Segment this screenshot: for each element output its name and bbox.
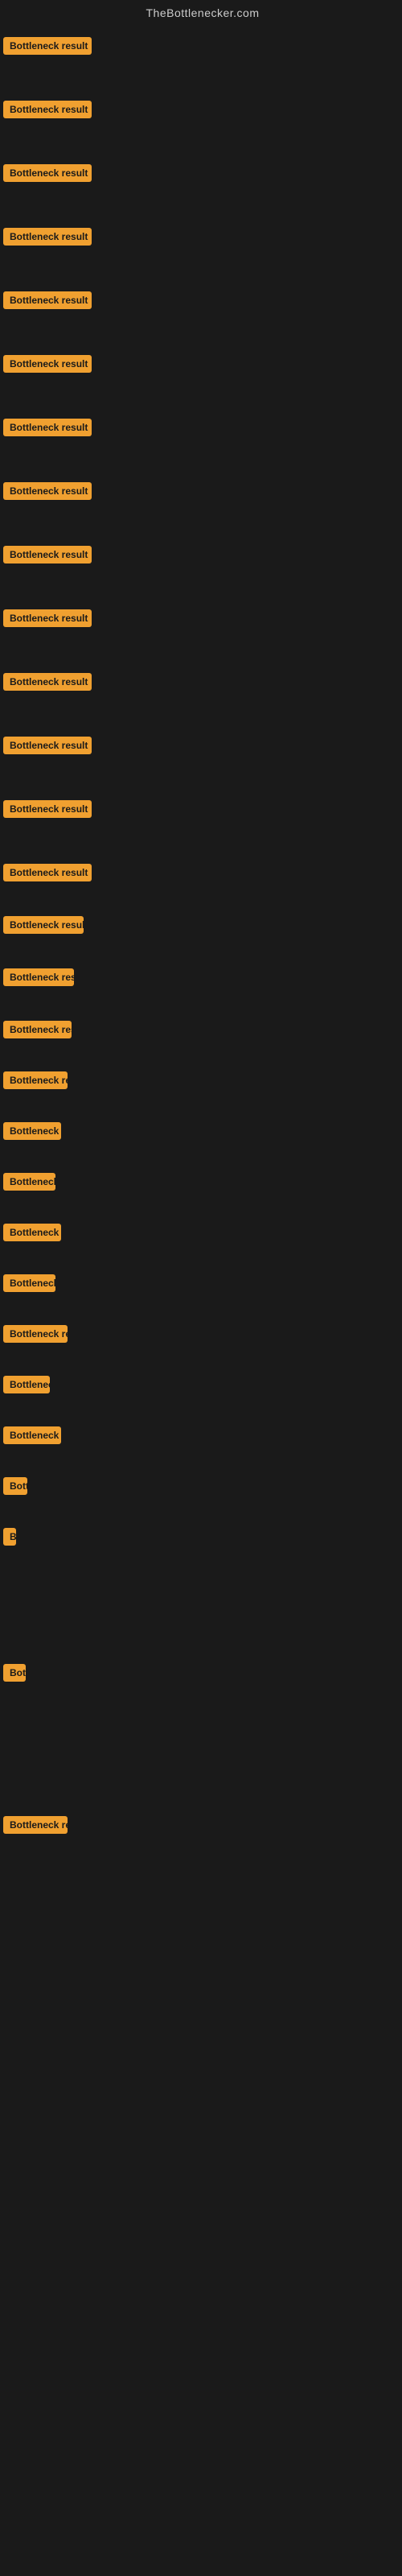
- bottleneck-badge-16: Bottleneck result: [3, 1021, 72, 1038]
- bottleneck-item-2: Bottleneck result: [3, 156, 402, 196]
- bottleneck-badge-12: Bottleneck result: [3, 800, 92, 818]
- bottleneck-item-9: Bottleneck result: [3, 601, 402, 641]
- bottleneck-badge-8: Bottleneck result: [3, 546, 92, 564]
- bottleneck-item-14: Bottleneck result: [3, 908, 402, 947]
- bottleneck-item-1: Bottleneck result: [3, 93, 402, 132]
- bottleneck-badge-34: Bottleneck result: [3, 1816, 68, 1834]
- bottleneck-badge-13: Bottleneck result: [3, 864, 92, 881]
- bottleneck-item-26: Bottleneck result: [3, 1520, 402, 1559]
- bottleneck-item-20: Bottleneck result: [3, 1216, 402, 1255]
- bottleneck-badge-23: Bottleneck result: [3, 1376, 50, 1393]
- bottleneck-item-23: Bottleneck result: [3, 1368, 402, 1407]
- bottleneck-item-7: Bottleneck result: [3, 474, 402, 514]
- bottleneck-item-19: Bottleneck result: [3, 1165, 402, 1204]
- bottleneck-item-30: Bottleneck result: [3, 1656, 402, 1695]
- bottleneck-item-12: Bottleneck result: [3, 792, 402, 832]
- bottleneck-badge-2: Bottleneck result: [3, 164, 92, 182]
- bottleneck-badge-20: Bottleneck result: [3, 1224, 61, 1241]
- bottleneck-badge-30: Bottleneck result: [3, 1664, 26, 1682]
- bottleneck-item-34: Bottleneck result: [3, 1808, 402, 1847]
- bottleneck-badge-22: Bottleneck result: [3, 1325, 68, 1343]
- bottleneck-badge-25: Bottleneck result: [3, 1477, 27, 1495]
- bottleneck-item-11: Bottleneck result: [3, 729, 402, 768]
- bottleneck-item-25: Bottleneck result: [3, 1469, 402, 1509]
- bottleneck-badge-19: Bottleneck result: [3, 1173, 55, 1191]
- bottleneck-item-6: Bottleneck result: [3, 411, 402, 450]
- site-title: TheBottlenecker.com: [3, 0, 402, 29]
- bottleneck-badge-26: Bottleneck result: [3, 1528, 16, 1546]
- bottleneck-item-21: Bottleneck result: [3, 1266, 402, 1306]
- bottleneck-item-16: Bottleneck result: [3, 1013, 402, 1052]
- bottleneck-badge-0: Bottleneck result: [3, 37, 92, 55]
- bottleneck-item-5: Bottleneck result: [3, 347, 402, 386]
- bottleneck-badge-17: Bottleneck result: [3, 1071, 68, 1089]
- bottleneck-badge-18: Bottleneck result: [3, 1122, 61, 1140]
- bottleneck-item-13: Bottleneck result: [3, 856, 402, 895]
- bottleneck-badge-1: Bottleneck result: [3, 101, 92, 118]
- bottleneck-item-22: Bottleneck result: [3, 1317, 402, 1356]
- bottleneck-item-15: Bottleneck result: [3, 960, 402, 1000]
- bottleneck-badge-5: Bottleneck result: [3, 355, 92, 373]
- bottleneck-badge-11: Bottleneck result: [3, 737, 92, 754]
- bottleneck-badge-24: Bottleneck result: [3, 1426, 61, 1444]
- bottleneck-item-24: Bottleneck result: [3, 1418, 402, 1458]
- bottleneck-item-10: Bottleneck result: [3, 665, 402, 704]
- bottleneck-item-8: Bottleneck result: [3, 538, 402, 577]
- bottleneck-badge-14: Bottleneck result: [3, 916, 84, 934]
- bottleneck-item-4: Bottleneck result: [3, 283, 402, 323]
- bottleneck-badge-15: Bottleneck result: [3, 968, 74, 986]
- bottleneck-badge-9: Bottleneck result: [3, 609, 92, 627]
- bottleneck-badge-6: Bottleneck result: [3, 419, 92, 436]
- bottleneck-item-18: Bottleneck result: [3, 1114, 402, 1154]
- bottleneck-item-0: Bottleneck result: [3, 29, 402, 68]
- bottleneck-item-17: Bottleneck result: [3, 1063, 402, 1103]
- bottleneck-badge-10: Bottleneck result: [3, 673, 92, 691]
- bottleneck-badge-7: Bottleneck result: [3, 482, 92, 500]
- bottleneck-badge-21: Bottleneck result: [3, 1274, 55, 1292]
- bottleneck-badge-4: Bottleneck result: [3, 291, 92, 309]
- bottleneck-item-3: Bottleneck result: [3, 220, 402, 259]
- bottleneck-badge-3: Bottleneck result: [3, 228, 92, 246]
